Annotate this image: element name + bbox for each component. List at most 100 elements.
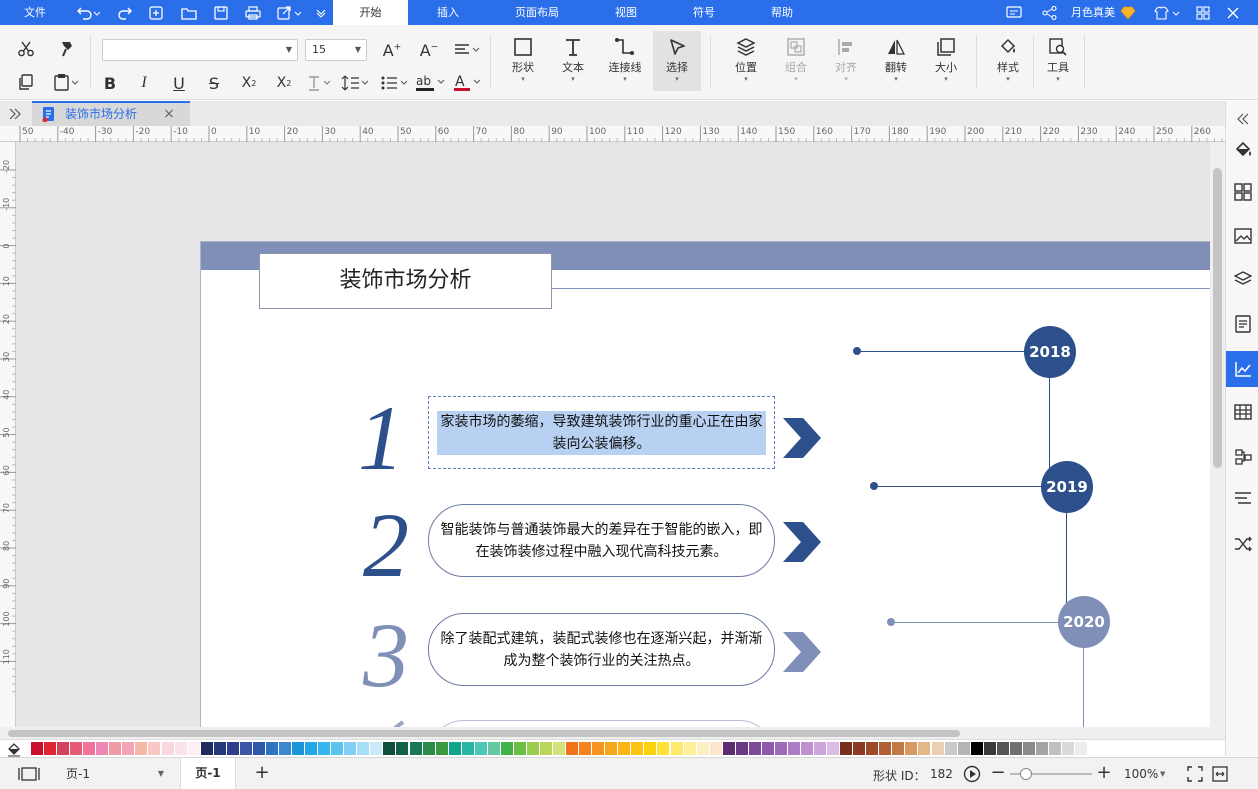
color-swatch[interactable] [383, 742, 396, 755]
color-swatch[interactable] [801, 742, 813, 755]
decrease-font-icon[interactable]: A− [418, 39, 440, 61]
color-swatch[interactable] [970, 742, 983, 755]
undo-icon[interactable] [72, 3, 104, 22]
vip-diamond-icon[interactable] [1118, 3, 1138, 22]
color-swatch[interactable] [761, 742, 774, 755]
color-swatch[interactable] [500, 742, 513, 755]
item-text-box[interactable]: 家装市场的萎缩，导致建筑装饰行业的重心正在由家装向公装偏移。 [428, 396, 775, 469]
bullet-list-icon[interactable] [379, 72, 409, 94]
color-swatch[interactable] [931, 742, 944, 755]
color-swatch[interactable] [905, 742, 918, 755]
color-swatch[interactable] [187, 742, 200, 755]
color-swatch[interactable] [31, 742, 43, 755]
tab-help[interactable]: 帮助 [756, 0, 808, 25]
color-swatch[interactable] [422, 742, 435, 755]
page-view-icon[interactable] [18, 766, 40, 782]
color-swatch[interactable] [918, 742, 931, 755]
color-swatch[interactable] [305, 742, 318, 755]
color-swatch[interactable] [1062, 742, 1074, 755]
fit-width-icon[interactable] [1212, 766, 1230, 782]
color-swatch[interactable] [592, 742, 605, 755]
color-swatch[interactable] [109, 742, 122, 755]
fit-page-icon[interactable] [1187, 766, 1205, 782]
copy-icon[interactable] [15, 71, 37, 93]
color-swatch[interactable] [239, 742, 252, 755]
tools-tool[interactable]: 工具 ▾ [1034, 31, 1082, 91]
color-swatch[interactable] [827, 742, 840, 755]
italic-icon[interactable]: I [133, 72, 155, 94]
color-swatch[interactable] [279, 742, 291, 755]
color-swatch[interactable] [161, 742, 174, 755]
year-node[interactable]: 2020 [1058, 596, 1110, 648]
text-align-icon[interactable] [452, 39, 482, 61]
new-file-icon[interactable] [145, 3, 167, 22]
highlight-color-icon[interactable]: ab [414, 72, 446, 94]
diagram-page[interactable]: 装饰市场分析 1 家装市场的萎缩，导致建筑装饰行业的重心正在由家装向公装偏移。 … [200, 241, 1210, 727]
layers-icon[interactable] [1226, 261, 1258, 297]
color-swatch[interactable] [357, 742, 370, 755]
color-swatch[interactable] [657, 742, 670, 755]
color-swatch[interactable] [513, 742, 526, 755]
add-page-icon[interactable]: + [252, 762, 272, 784]
item-text-box[interactable] [428, 720, 775, 727]
table-icon[interactable] [1226, 394, 1258, 430]
color-swatch[interactable] [840, 742, 853, 755]
color-swatch[interactable] [135, 742, 148, 755]
horizontal-scrollbar-thumb[interactable] [8, 730, 960, 737]
color-swatch[interactable] [96, 742, 109, 755]
export-icon[interactable] [275, 3, 305, 22]
item-text-box[interactable]: 智能装饰与普通装饰最大的差异在于智能的嵌入，即在装饰装修过程中融入现代高科技元素… [428, 504, 775, 577]
close-icon[interactable] [1222, 3, 1244, 22]
color-swatch[interactable] [1048, 742, 1061, 755]
select-tool[interactable]: 选择 ▾ [653, 31, 701, 91]
zoom-chevron-down-icon[interactable]: ▼ [1160, 770, 1165, 778]
color-swatch[interactable] [461, 742, 474, 755]
color-swatch[interactable] [252, 742, 265, 755]
color-swatch[interactable] [318, 742, 331, 755]
color-swatch[interactable] [644, 742, 657, 755]
diagram-title[interactable]: 装饰市场分析 [259, 253, 552, 309]
color-swatch[interactable] [879, 742, 892, 755]
chart-data-icon[interactable] [1226, 351, 1258, 387]
image-icon[interactable] [1226, 218, 1258, 254]
color-swatch[interactable] [696, 742, 709, 755]
fill-color-icon[interactable] [6, 741, 22, 757]
connector-tool[interactable]: 连接线 ▾ [601, 31, 649, 91]
more-grid-icon[interactable] [1192, 3, 1214, 22]
color-swatch[interactable] [448, 742, 461, 755]
item-number[interactable]: 3 [351, 609, 421, 701]
color-swatch[interactable] [866, 742, 879, 755]
template-grid-icon[interactable] [1226, 174, 1258, 210]
close-tab-icon[interactable]: × [162, 106, 176, 122]
document-tab[interactable]: 装饰市场分析 × [32, 101, 190, 126]
fill-bucket-icon[interactable] [1226, 132, 1258, 168]
page-tab[interactable]: 页-1 [180, 758, 236, 789]
style-tool[interactable]: 样式 ▾ [984, 31, 1032, 91]
vertical-scrollbar-thumb[interactable] [1213, 168, 1222, 468]
redo-icon[interactable] [115, 3, 137, 22]
color-swatch[interactable] [526, 742, 539, 755]
color-swatch[interactable] [1035, 742, 1048, 755]
shuffle-icon[interactable] [1226, 526, 1258, 562]
color-swatch[interactable] [670, 742, 683, 755]
drawing-canvas[interactable]: 装饰市场分析 1 家装市场的萎缩，导致建筑装饰行业的重心正在由家装向公装偏移。 … [16, 142, 1210, 727]
paste-icon[interactable] [52, 71, 82, 93]
color-swatch[interactable] [944, 742, 957, 755]
page-select[interactable]: 页-1 ▼ [60, 764, 168, 784]
flip-tool[interactable]: 翻转 ▾ [872, 31, 920, 91]
color-swatch[interactable] [200, 742, 213, 755]
open-folder-icon[interactable] [178, 3, 200, 22]
item-text-box[interactable]: 除了装配式建筑，装配式装修也在逐渐兴起，并渐渐成为整个装饰行业的关注热点。 [428, 613, 775, 686]
play-icon[interactable] [963, 765, 983, 783]
format-lines-icon[interactable] [1226, 480, 1258, 516]
color-swatch[interactable] [983, 742, 996, 755]
zoom-slider-handle[interactable] [1020, 768, 1033, 780]
text-style-icon[interactable] [306, 72, 334, 94]
format-painter-icon[interactable] [56, 38, 78, 60]
item-number[interactable]: 1 [346, 392, 416, 484]
color-swatch[interactable] [396, 742, 409, 755]
zoom-out-icon[interactable]: − [990, 763, 1006, 783]
size-tool[interactable]: 大小 ▾ [922, 31, 970, 91]
expand-panel-icon[interactable] [4, 105, 26, 122]
color-swatch[interactable] [605, 742, 618, 755]
